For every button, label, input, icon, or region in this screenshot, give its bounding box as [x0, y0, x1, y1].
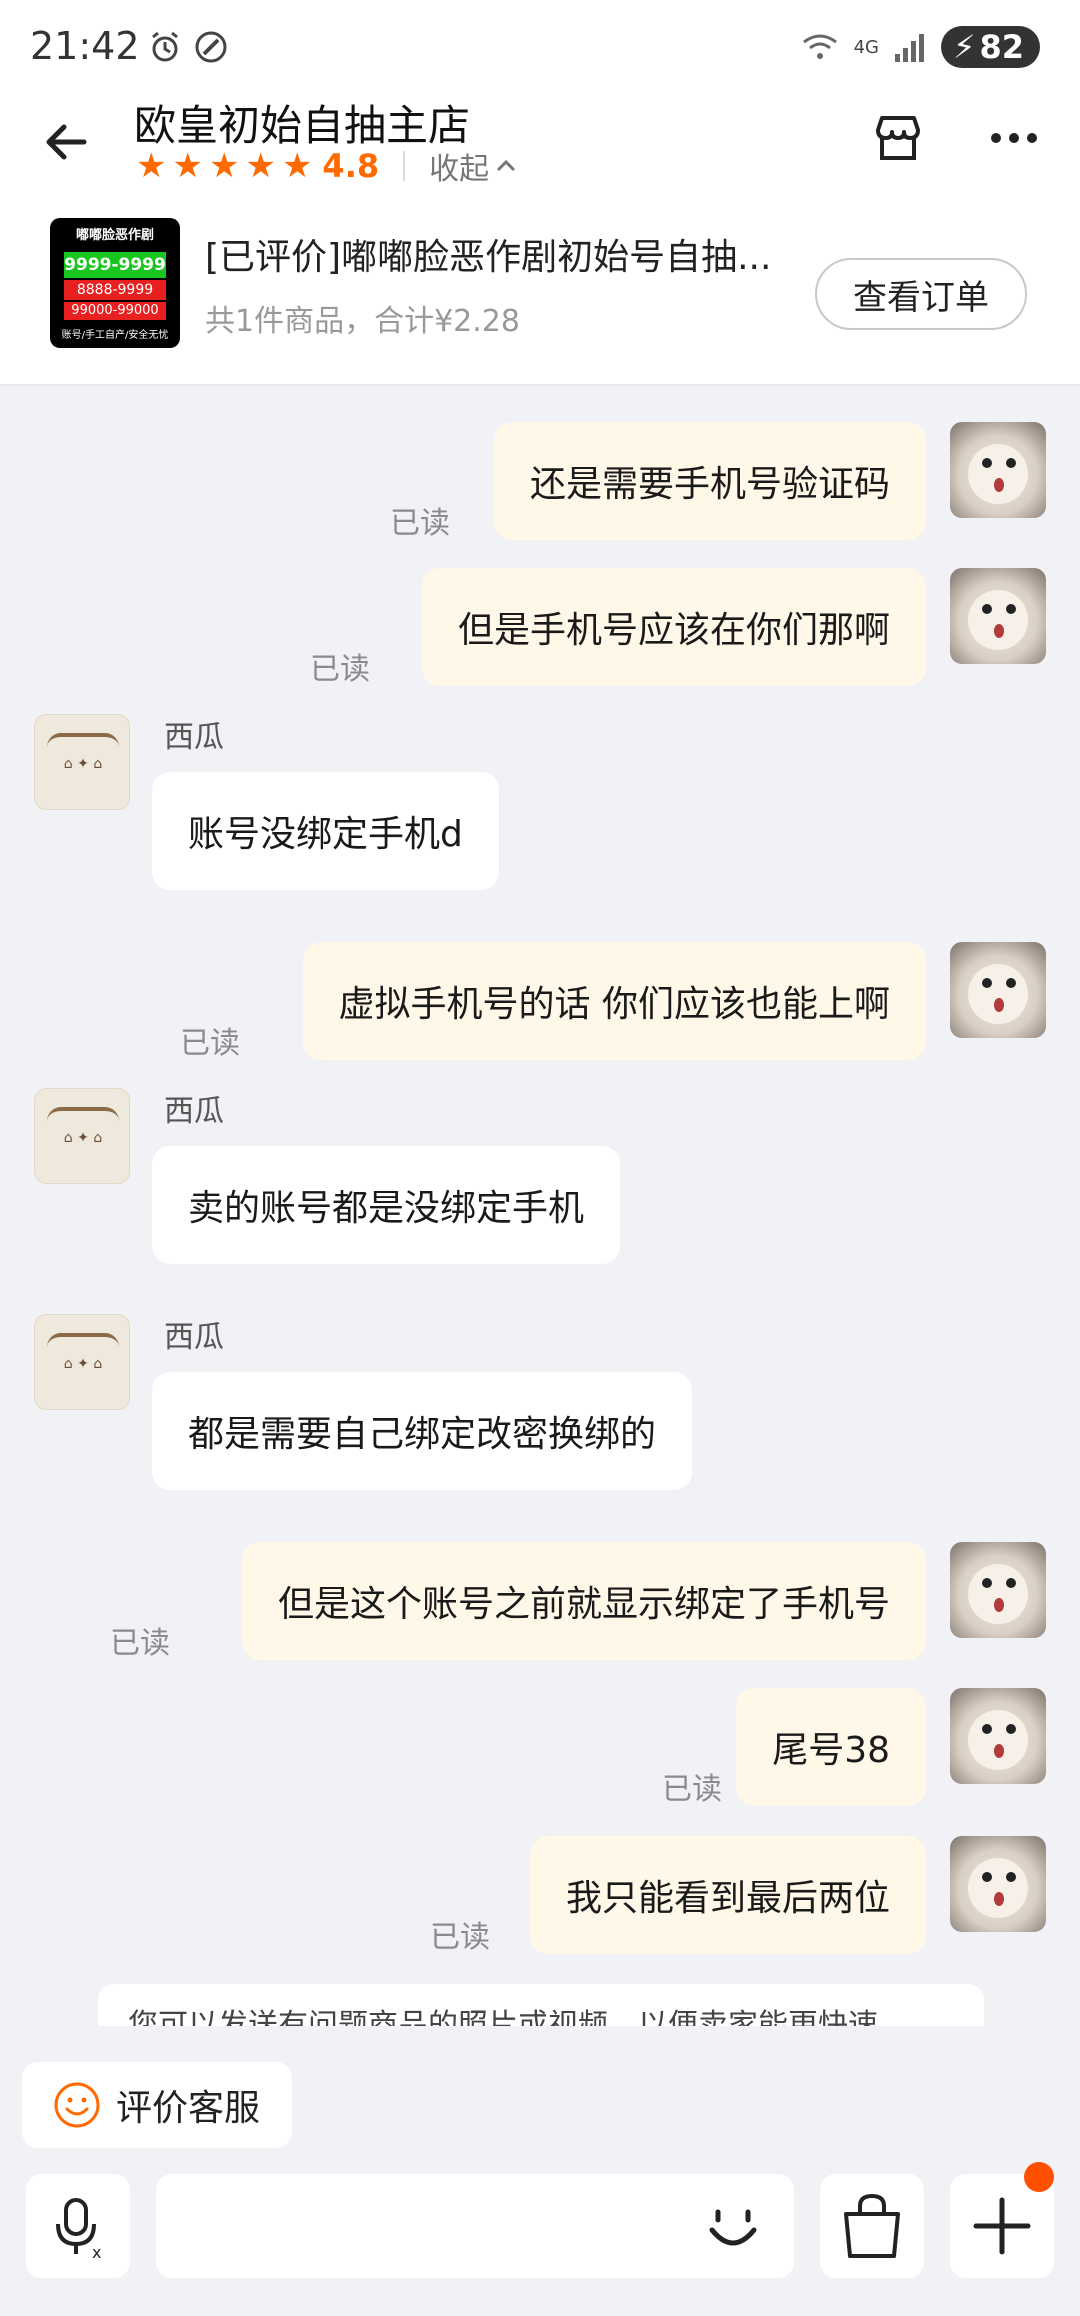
product-title[interactable]: [已评价]嘟嘟脸恶作剧初始号自抽...	[205, 228, 795, 280]
read-status: 已读	[662, 1772, 722, 1807]
smiley-icon	[54, 2082, 100, 2128]
view-order-button[interactable]: 查看订单	[815, 258, 1027, 330]
product-summary: 共1件商品，合计¥2.28	[205, 304, 520, 339]
rating-value: 4.8	[322, 147, 380, 185]
message-input[interactable]	[156, 2174, 794, 2278]
notification-dot	[1024, 2162, 1054, 2192]
divider	[403, 151, 406, 181]
collapse-label: 收起	[429, 152, 490, 187]
message-bubble[interactable]: 卖的账号都是没绑定手机	[152, 1146, 621, 1264]
sender-name: 西瓜	[164, 1094, 224, 1129]
thumb-line: 8888-9999	[64, 280, 166, 300]
seller-avatar[interactable]: ⌂ ✦ ⌂	[34, 1088, 130, 1184]
product-picker-button[interactable]	[820, 2174, 924, 2278]
collapse-toggle[interactable]: 收起	[429, 144, 519, 188]
bottom-bar: 评价客服 x	[0, 2026, 1080, 2316]
my-avatar[interactable]	[950, 1688, 1046, 1784]
voice-input-button[interactable]: x	[26, 2174, 130, 2278]
alarm-icon	[152, 31, 178, 62]
chat-area[interactable]: 还是需要手机号验证码 已读 但是手机号应该在你们那啊 已读 ⌂ ✦ ⌂ 西瓜 账…	[0, 386, 1080, 2026]
star-icon: ★	[245, 146, 276, 186]
status-time: 21:42	[30, 24, 140, 68]
shopping-bag-icon	[844, 2193, 900, 2258]
seller-avatar[interactable]: ⌂ ✦ ⌂	[34, 1314, 130, 1410]
charging-icon: ⚡	[953, 28, 976, 66]
my-avatar[interactable]	[950, 1836, 1046, 1932]
more-options-icon[interactable]	[982, 106, 1046, 170]
battery-level: 82	[979, 28, 1024, 66]
input-row: x	[0, 2162, 1080, 2282]
status-bar: 21:42 4G ⚡ 82	[0, 0, 1080, 92]
rate-service-label: 评价客服	[116, 2088, 261, 2129]
my-avatar[interactable]	[950, 568, 1046, 664]
order-product-card: 嘟嘟脸恶作剧 9999-9999 8888-9999 99000-99000 账…	[0, 192, 1080, 386]
read-status: 已读	[390, 506, 450, 541]
message-bubble[interactable]: 还是需要手机号验证码	[493, 422, 926, 540]
network-type: 4G	[853, 36, 879, 58]
message-bubble[interactable]: 尾号38	[736, 1688, 926, 1806]
read-status: 已读	[310, 652, 370, 687]
wifi-icon	[802, 34, 837, 59]
my-avatar[interactable]	[950, 1542, 1046, 1638]
star-icon: ★	[208, 146, 240, 186]
speed-icon	[195, 31, 227, 63]
my-avatar[interactable]	[950, 422, 1046, 518]
seller-avatar[interactable]: ⌂ ✦ ⌂	[34, 714, 130, 810]
message-bubble[interactable]: 但是这个账号之前就显示绑定了手机号	[241, 1542, 926, 1660]
system-tip: 您可以发送有问题商品的照片或视频，以便卖家能更快速	[98, 1984, 984, 2026]
message-bubble[interactable]: 虚拟手机号的话 你们应该也能上啊	[302, 942, 926, 1060]
read-status: 已读	[430, 1920, 490, 1955]
product-thumbnail[interactable]: 嘟嘟脸恶作剧 9999-9999 8888-9999 99000-99000 账…	[50, 218, 180, 348]
rate-service-button[interactable]: 评价客服	[22, 2062, 292, 2148]
star-icon: ★	[281, 146, 313, 186]
store-icon[interactable]	[866, 106, 930, 170]
star-icon: ★	[172, 146, 203, 186]
battery-indicator: ⚡ 82	[941, 26, 1040, 68]
message-bubble[interactable]: 账号没绑定手机d	[152, 772, 499, 890]
chat-header: 欧皇初始自抽主店 ★ ★ ★ ★ ★ 4.8 收起	[0, 92, 1080, 192]
back-arrow-icon[interactable]	[36, 110, 100, 174]
microphone-icon: x	[56, 2198, 101, 2262]
thumb-price: 9999-9999	[64, 252, 166, 278]
read-status: 已读	[110, 1626, 170, 1661]
svg-text:x: x	[92, 2243, 101, 2262]
emoji-icon[interactable]	[700, 2194, 766, 2260]
thumb-title: 嘟嘟脸恶作剧	[75, 228, 154, 243]
signal-icon	[895, 34, 924, 62]
read-status: 已读	[180, 1026, 240, 1061]
my-avatar[interactable]	[950, 942, 1046, 1038]
sender-name: 西瓜	[164, 720, 224, 755]
thumb-footer: 账号/手工自产/安全无忧	[61, 330, 169, 341]
message-bubble[interactable]: 都是需要自己绑定改密换绑的	[152, 1372, 693, 1490]
chevron-up-icon	[497, 159, 516, 172]
message-bubble[interactable]: 但是手机号应该在你们那啊	[421, 568, 926, 686]
sender-name: 西瓜	[164, 1320, 224, 1355]
star-icon: ★	[136, 146, 167, 186]
shop-rating: ★ ★ ★ ★ ★ 4.8 收起	[136, 144, 519, 188]
message-bubble[interactable]: 我只能看到最后两位	[529, 1836, 926, 1954]
thumb-line: 99000-99000	[64, 302, 166, 320]
